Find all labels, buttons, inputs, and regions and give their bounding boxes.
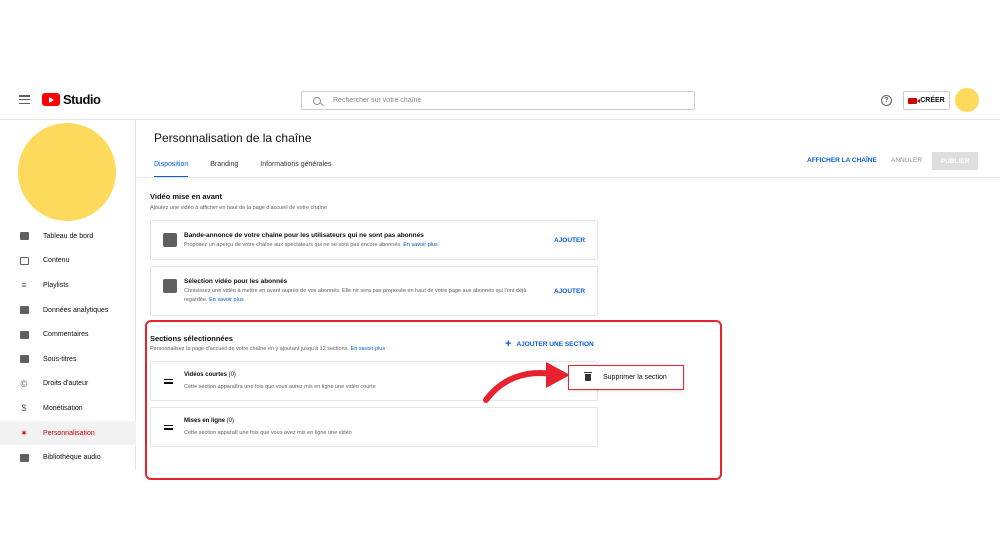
sidebar-item-label: Sous-titres — [43, 355, 77, 363]
sidebar-item-subtitles[interactable]: Sous-titres — [0, 347, 136, 372]
tab-layout[interactable]: Disposition — [154, 161, 189, 178]
magic-wand-icon: ✶ — [20, 427, 28, 438]
card-desc-text: Proposez un aperçu de votre chaîne aux s… — [184, 242, 402, 248]
sidebar: Tableau de bord Contenu ≡ Playlists Donn… — [0, 120, 136, 470]
page-title: Personnalisation de la chaîne — [154, 131, 312, 145]
delete-section-label: Supprimer la section — [603, 374, 667, 381]
analytics-icon — [19, 305, 29, 315]
search-icon — [313, 96, 321, 105]
search-bar[interactable] — [301, 91, 695, 110]
sidebar-item-comments[interactable]: Commentaires — [0, 322, 136, 347]
card-title: Sélection vidéo pour les abonnés — [184, 278, 288, 285]
dashboard-icon — [19, 231, 29, 241]
channel-avatar[interactable] — [18, 123, 116, 221]
create-label: CRÉER — [920, 97, 945, 104]
trailer-card: Bande-annonce de votre chaîne pour les u… — [150, 220, 598, 260]
card-title: Bande-annonce de votre chaîne pour les u… — [184, 232, 424, 239]
card-desc: Choisissez une vidéo à mettre en avant a… — [184, 287, 544, 305]
tab-bar: Disposition Branding Informations généra… — [154, 161, 354, 178]
sidebar-item-monetization[interactable]: $ Monétisation — [0, 396, 136, 421]
help-icon[interactable]: ? — [881, 95, 892, 106]
delete-section-menu-item[interactable]: Supprimer la section — [568, 365, 684, 390]
menu-icon[interactable] — [19, 95, 30, 105]
copyright-icon: © — [20, 378, 28, 389]
video-add-icon — [163, 279, 177, 293]
audio-library-icon — [19, 453, 29, 463]
sidebar-item-label: Monétisation — [43, 404, 83, 412]
sidebar-item-dashboard[interactable]: Tableau de bord — [0, 224, 136, 249]
publish-button[interactable]: PUBLIER — [932, 152, 978, 170]
sidebar-item-audio-library[interactable]: Bibliothèque audio — [0, 445, 136, 470]
sidebar-item-label: Droits d'auteur — [43, 380, 89, 388]
video-icon — [19, 256, 29, 266]
card-desc: Proposez un aperçu de votre chaîne aux s… — [184, 241, 544, 250]
playlist-icon: ≡ — [21, 280, 27, 291]
subtitles-icon — [19, 354, 29, 364]
sidebar-item-label: Playlists — [43, 281, 69, 289]
tabs-divider — [137, 177, 1000, 178]
sidebar-item-label: Commentaires — [43, 331, 89, 339]
create-button[interactable]: CRÉER — [903, 91, 950, 110]
sidebar-nav: Tableau de bord Contenu ≡ Playlists Donn… — [0, 224, 136, 470]
view-channel-button[interactable]: AFFICHER LA CHAÎNE — [807, 157, 877, 164]
sidebar-item-label: Personnalisation — [43, 429, 95, 437]
learn-more-link[interactable]: En savoir plus — [403, 242, 438, 248]
dollar-icon: $ — [21, 403, 27, 414]
add-trailer-button[interactable]: AJOUTER — [554, 237, 585, 244]
cancel-button[interactable]: ANNULER — [891, 157, 922, 164]
sidebar-item-label: Contenu — [43, 257, 70, 265]
highlight-box — [145, 320, 722, 480]
sidebar-item-label: Données analytiques — [43, 306, 109, 314]
sidebar-item-customization[interactable]: ✶ Personnalisation — [0, 420, 136, 446]
sidebar-item-playlists[interactable]: ≡ Playlists — [0, 273, 136, 298]
featured-desc: Ajoutez une vidéo à afficher en haut de … — [150, 205, 328, 211]
search-input[interactable] — [333, 97, 673, 104]
learn-more-link[interactable]: En savoir plus — [209, 297, 244, 303]
logo-text: Studio — [63, 92, 101, 107]
account-avatar[interactable] — [955, 88, 979, 112]
tab-basic-info[interactable]: Informations générales — [260, 161, 331, 178]
camera-icon — [908, 97, 921, 104]
comment-icon — [19, 330, 29, 340]
pointer-arrow-icon — [483, 362, 570, 403]
top-bar: Studio ? CRÉER — [0, 82, 1000, 120]
featured-video-card: Sélection vidéo pour les abonnés Choisis… — [150, 266, 598, 316]
sidebar-item-analytics[interactable]: Données analytiques — [0, 298, 136, 323]
sidebar-item-label: Bibliothèque audio — [43, 454, 101, 462]
featured-title: Vidéo mise en avant — [150, 192, 222, 201]
tab-branding[interactable]: Branding — [210, 161, 238, 178]
youtube-play-icon — [42, 93, 60, 106]
sidebar-item-content[interactable]: Contenu — [0, 249, 136, 274]
trash-icon — [584, 372, 592, 381]
sidebar-item-copyright[interactable]: © Droits d'auteur — [0, 372, 136, 397]
film-icon — [163, 233, 177, 247]
studio-logo[interactable]: Studio — [42, 92, 101, 107]
add-featured-button[interactable]: AJOUTER — [554, 288, 585, 295]
sidebar-item-label: Tableau de bord — [43, 232, 94, 240]
